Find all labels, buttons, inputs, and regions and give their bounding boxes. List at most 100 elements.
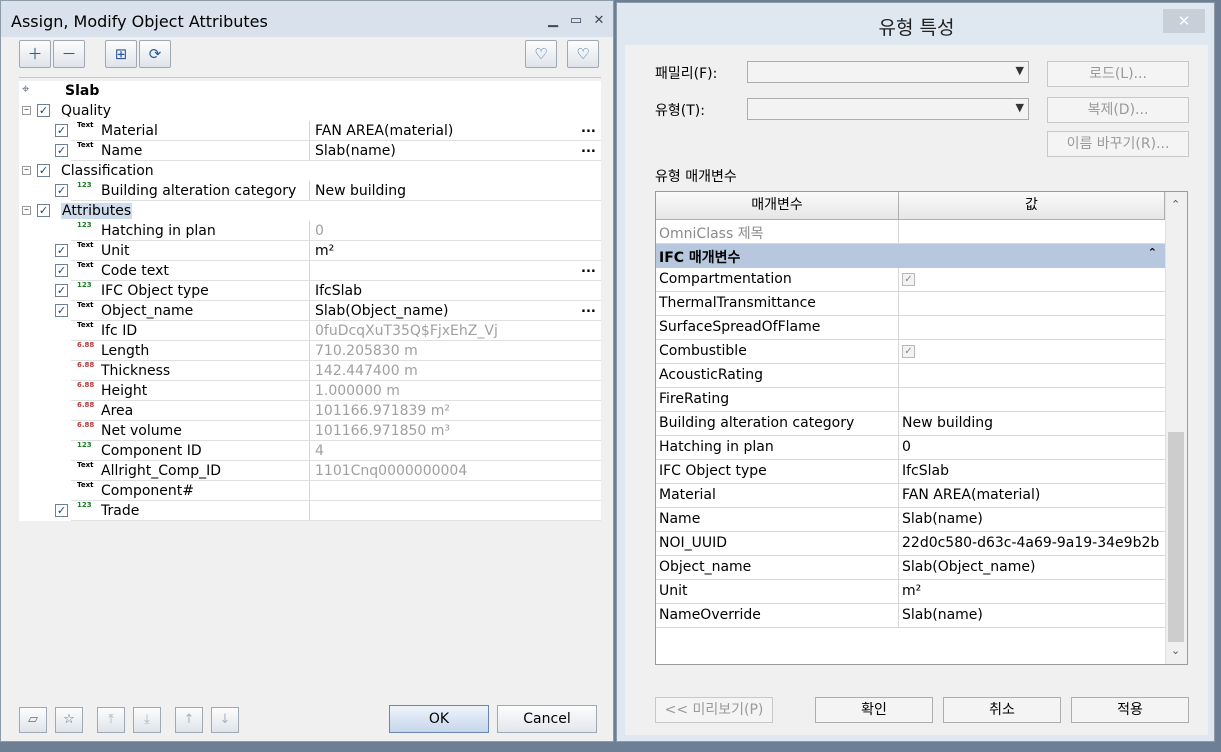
attribute-row[interactable]: 123 Hatching in plan 0	[19, 221, 601, 241]
tree-group-row[interactable]: – ✓ Classification	[19, 161, 601, 181]
table-row[interactable]: Compartmentation ✓	[656, 268, 1165, 292]
param-value-cell[interactable]: Slab(name)	[902, 607, 983, 623]
table-row[interactable]: Material FAN AREA(material)	[656, 484, 1165, 508]
browse-button[interactable]: ...	[581, 301, 596, 316]
preview-button[interactable]: << 미리보기(P)	[655, 697, 773, 723]
param-value-cell[interactable]: IfcSlab	[902, 463, 949, 479]
attribute-checkbox[interactable]: ✓	[55, 144, 68, 157]
table-row[interactable]: Unit m²	[656, 580, 1165, 604]
load-button[interactable]: 로드(L)...	[1047, 61, 1189, 87]
param-value-cell[interactable]: 0	[902, 439, 911, 455]
browse-button[interactable]: ...	[581, 121, 596, 136]
attribute-row[interactable]: Text Allright_Comp_ID 1101Cnq0000000004	[19, 461, 601, 481]
attribute-checkbox[interactable]: ✓	[55, 504, 68, 517]
table-row[interactable]: SurfaceSpreadOfFlame	[656, 316, 1165, 340]
value-column-header[interactable]: 값	[899, 192, 1165, 220]
transfer-attributes-button[interactable]: ⟳	[139, 40, 171, 68]
value-checkbox[interactable]: ✓	[902, 273, 915, 286]
scroll-up-icon[interactable]: ⌃	[1171, 198, 1180, 211]
attribute-value[interactable]: IfcSlab	[315, 283, 362, 299]
scroll-down-icon[interactable]: ⌄	[1171, 644, 1180, 657]
param-value-cell[interactable]: m²	[902, 583, 921, 599]
favorite-add-button[interactable]: ♡	[525, 40, 557, 68]
collapse-icon[interactable]: –	[22, 105, 31, 115]
table-row[interactable]: FireRating	[656, 388, 1165, 412]
tree-group-row[interactable]: – ✓ Quality	[19, 101, 601, 121]
family-dropdown[interactable]: ▼	[747, 61, 1029, 83]
table-row[interactable]: Hatching in plan 0	[656, 436, 1165, 460]
rename-button[interactable]: 이름 바꾸기(R)...	[1047, 131, 1189, 157]
attribute-value[interactable]: Slab(name)	[315, 143, 396, 159]
attribute-checkbox[interactable]: ✓	[55, 184, 68, 197]
table-row[interactable]: Object_name Slab(Object_name)	[656, 556, 1165, 580]
attribute-row[interactable]: 6.88 Length 710.205830 m	[19, 341, 601, 361]
close-button[interactable]: ✕	[1163, 9, 1205, 33]
group-checkbox[interactable]: ✓	[37, 164, 50, 177]
param-value-cell[interactable]: Slab(Object_name)	[902, 559, 1035, 575]
param-value-cell[interactable]: Slab(name)	[902, 511, 983, 527]
attribute-row[interactable]: ✓ Text Object_name Slab(Object_name)...	[19, 301, 601, 321]
group-checkbox[interactable]: ✓	[37, 204, 50, 217]
attribute-value[interactable]: New building	[315, 183, 406, 199]
move-top-button[interactable]: ⤒	[97, 707, 125, 733]
maximize-icon[interactable]: ▭	[568, 13, 584, 28]
attribute-row[interactable]: ✓ Text Code text...	[19, 261, 601, 281]
attribute-value[interactable]: m²	[315, 243, 334, 259]
table-row[interactable]: NameOverride Slab(name)	[656, 604, 1165, 628]
vertical-scrollbar[interactable]: ⌃ ⌄	[1165, 192, 1187, 664]
attribute-row[interactable]: ✓ Text Name Slab(name)...	[19, 141, 601, 161]
browse-button[interactable]: ...	[581, 141, 596, 156]
open-favorite-button[interactable]: ▱	[19, 707, 47, 733]
collapse-icon[interactable]: –	[22, 205, 31, 215]
save-favorite-button[interactable]: ☆	[55, 707, 83, 733]
browse-button[interactable]: ...	[581, 261, 596, 276]
scrollbar-thumb[interactable]	[1168, 432, 1184, 642]
param-column-header[interactable]: 매개변수	[656, 192, 899, 220]
attribute-row[interactable]: ✓ 123 IFC Object type IfcSlab	[19, 281, 601, 301]
attribute-value[interactable]: FAN AREA(material)	[315, 123, 453, 139]
close-icon[interactable]: ✕	[591, 13, 607, 28]
attribute-row[interactable]: ✓ 123 Trade	[19, 501, 601, 521]
duplicate-button[interactable]: 복제(D)...	[1047, 97, 1189, 123]
attribute-checkbox[interactable]: ✓	[55, 244, 68, 257]
type-dropdown[interactable]: ▼	[747, 98, 1029, 120]
table-row[interactable]: ThermalTransmittance	[656, 292, 1165, 316]
attribute-row[interactable]: 123 Component ID 4	[19, 441, 601, 461]
move-bottom-button[interactable]: ⤓	[133, 707, 161, 733]
table-row[interactable]: AcousticRating	[656, 364, 1165, 388]
attribute-row[interactable]: 6.88 Net volume 101166.971850 m³	[19, 421, 601, 441]
table-row[interactable]: Combustible ✓	[656, 340, 1165, 364]
confirm-button[interactable]: 확인	[815, 697, 933, 723]
table-row[interactable]: NOI_UUID 22d0c580-d63c-4a69-9a19-34e9b2b	[656, 532, 1165, 556]
minimize-icon[interactable]: ▁	[545, 13, 561, 28]
param-value-cell[interactable]: FAN AREA(material)	[902, 487, 1040, 503]
favorite-remove-button[interactable]: ♡	[567, 40, 599, 68]
ifc-parameters-group[interactable]: IFC 매개변수 ⌃	[656, 244, 1165, 268]
attribute-checkbox[interactable]: ✓	[55, 284, 68, 297]
attribute-row[interactable]: Text Component#	[19, 481, 601, 501]
tree-group-row[interactable]: – ✓ Attributes	[19, 201, 601, 221]
param-value-cell[interactable]: 22d0c580-d63c-4a69-9a19-34e9b2b	[902, 535, 1159, 551]
collapse-icon[interactable]: ⌃	[1148, 246, 1157, 259]
table-row[interactable]: IFC Object type IfcSlab	[656, 460, 1165, 484]
add-attribute-button[interactable]: ＋	[19, 40, 51, 68]
ok-button[interactable]: OK	[389, 705, 489, 733]
cancel-button[interactable]: Cancel	[497, 705, 597, 733]
move-down-button[interactable]: ↓	[211, 707, 239, 733]
attribute-row[interactable]: ✓ Text Material FAN AREA(material)...	[19, 121, 601, 141]
table-row[interactable]: OmniClass 제목	[656, 220, 1165, 244]
attribute-checkbox[interactable]: ✓	[55, 304, 68, 317]
attribute-row[interactable]: 6.88 Thickness 142.447400 m	[19, 361, 601, 381]
cancel-button[interactable]: 취소	[943, 697, 1061, 723]
attribute-checkbox[interactable]: ✓	[55, 264, 68, 277]
param-value-cell[interactable]: New building	[902, 415, 993, 431]
attribute-row[interactable]: 6.88 Height 1.000000 m	[19, 381, 601, 401]
pick-attributes-button[interactable]: ⊞	[105, 40, 137, 68]
tree-root-row[interactable]: ⌖ Slab	[19, 81, 601, 101]
apply-button[interactable]: 적용	[1071, 697, 1189, 723]
attribute-row[interactable]: Text Ifc ID 0fuDcqXuT35Q$FjxEhZ_Vj	[19, 321, 601, 341]
table-row[interactable]: Building alteration category New building	[656, 412, 1165, 436]
attribute-row[interactable]: ✓ Text Unit m²	[19, 241, 601, 261]
dialog-titlebar[interactable]: Assign, Modify Object Attributes ▁ ▭ ✕	[1, 1, 613, 37]
collapse-icon[interactable]: –	[22, 165, 31, 175]
